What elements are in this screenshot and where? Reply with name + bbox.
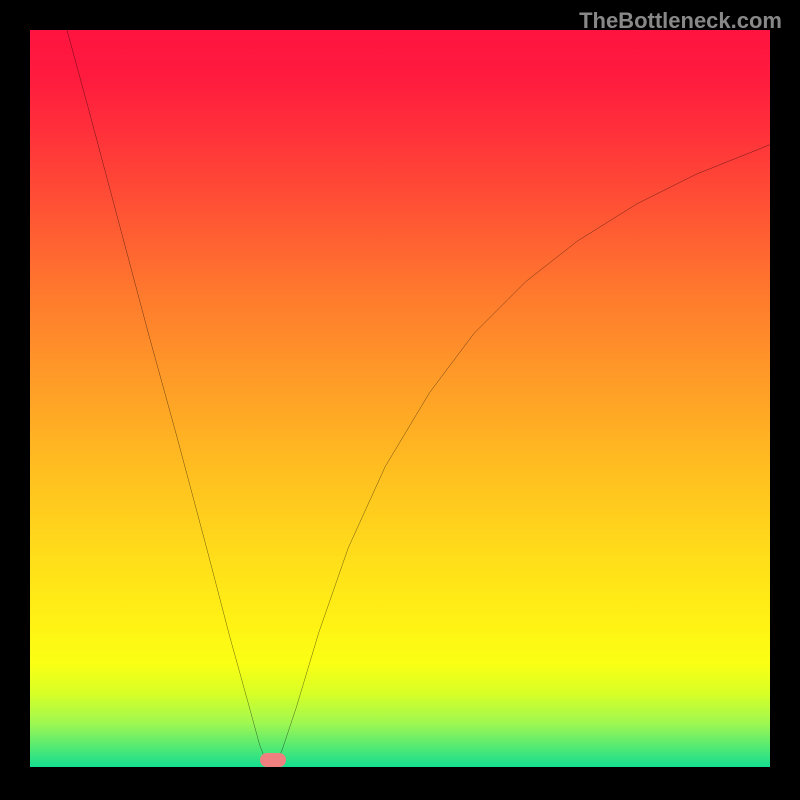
curve-line (30, 30, 770, 767)
watermark-text: TheBottleneck.com (579, 8, 782, 34)
min-marker (260, 753, 286, 767)
plot-area (30, 30, 770, 767)
